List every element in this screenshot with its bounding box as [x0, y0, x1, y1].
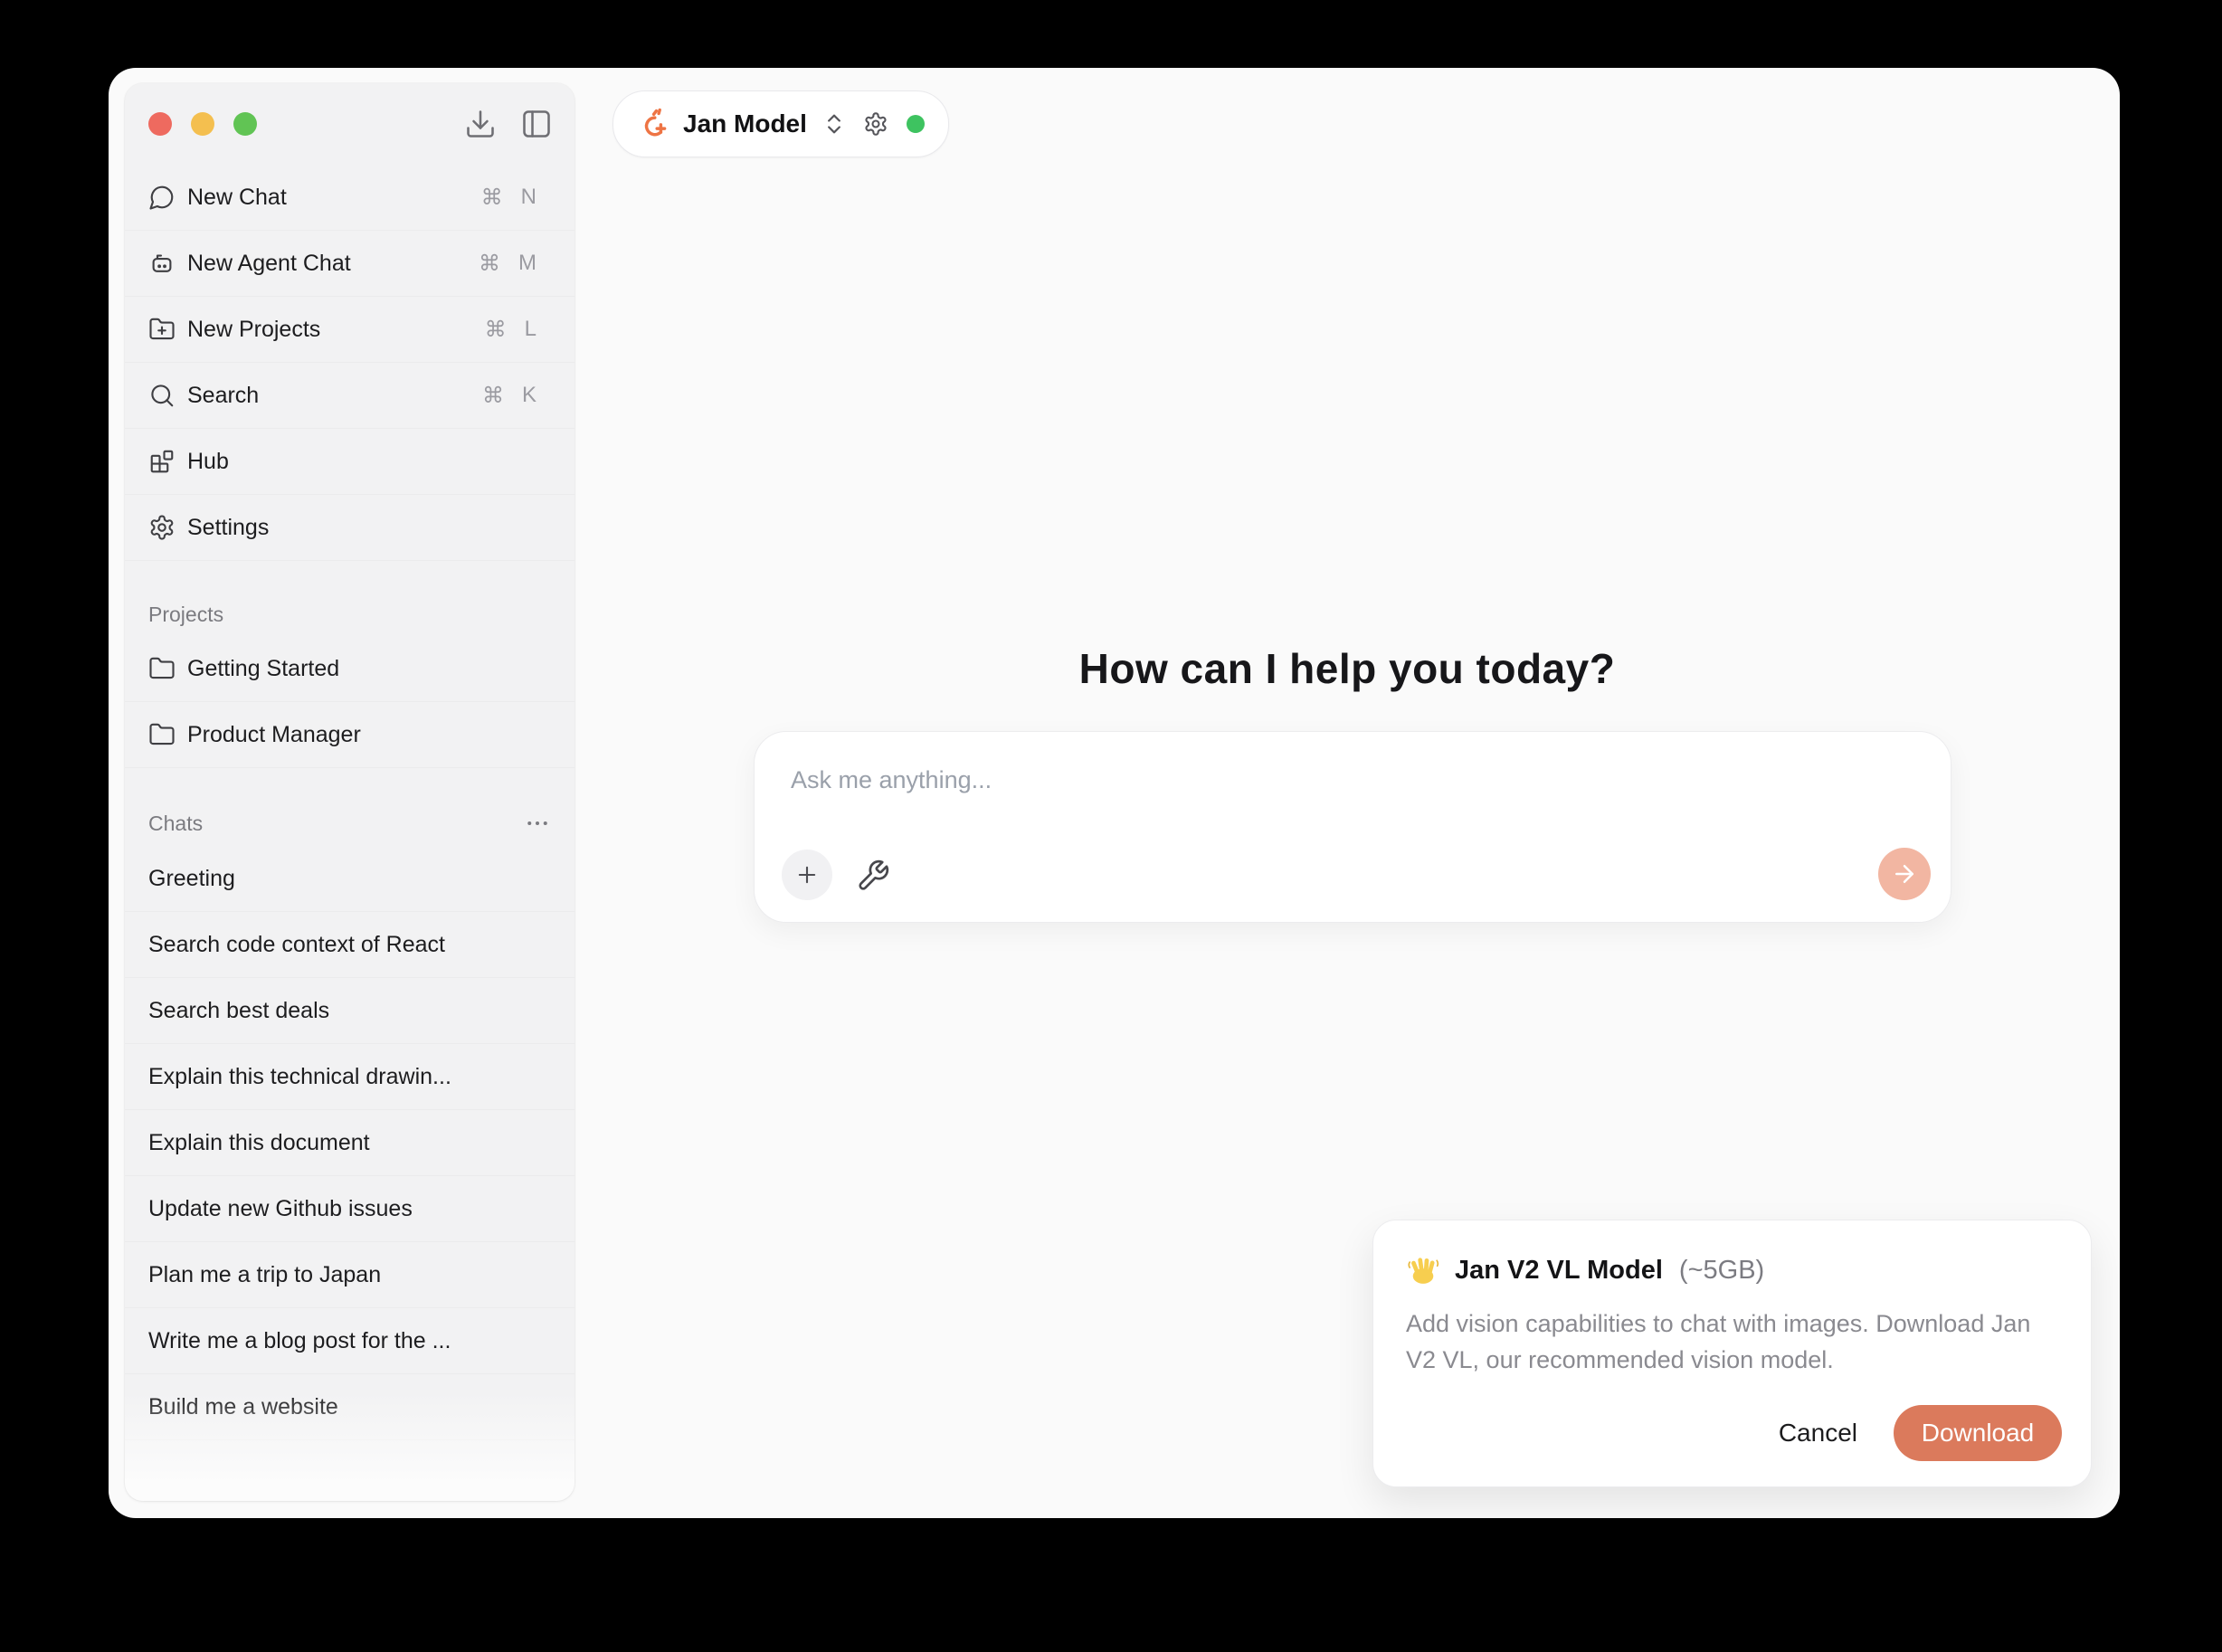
folder-icon	[148, 721, 176, 748]
chevrons-up-down-icon[interactable]	[821, 111, 847, 137]
traffic-light-minimize[interactable]	[191, 112, 214, 136]
model-name: Jan Model	[683, 109, 807, 138]
download-icon[interactable]	[464, 108, 497, 140]
send-button[interactable]	[1878, 848, 1931, 900]
ellipsis-icon[interactable]	[524, 810, 551, 837]
download-button[interactable]: Download	[1894, 1405, 2062, 1461]
sidebar-item-search[interactable]: Search ⌘ K	[125, 363, 574, 429]
message-input[interactable]	[789, 764, 1914, 846]
project-item-label: Product Manager	[187, 721, 361, 747]
chat-item[interactable]: Explain this technical drawin...	[125, 1044, 574, 1110]
gear-icon[interactable]	[863, 111, 888, 137]
blocks-icon	[148, 448, 176, 475]
project-item-getting-started[interactable]: Getting Started	[125, 636, 574, 702]
traffic-lights	[148, 112, 257, 136]
sidebar-item-new-projects[interactable]: New Projects ⌘ L	[125, 297, 574, 363]
chat-item[interactable]: Search best deals	[125, 978, 574, 1044]
chats-section-header: Chats	[148, 810, 551, 837]
chat-bubble-icon	[148, 184, 176, 211]
toast-actions: Cancel Download	[1773, 1405, 2062, 1461]
gear-icon	[148, 514, 176, 541]
plus-icon	[794, 862, 820, 888]
sidebar-item-label: New Projects	[187, 316, 321, 342]
sidebar-item-label: Hub	[187, 448, 229, 474]
waving-hand-icon	[1406, 1253, 1440, 1287]
chat-item[interactable]: Plan me a trip to Japan	[125, 1242, 574, 1308]
composer	[754, 731, 1951, 923]
shortcut-hint: ⌘ L	[484, 317, 537, 342]
chat-item[interactable]: Write me a blog post for the ...	[125, 1308, 574, 1374]
status-online-dot	[906, 115, 925, 133]
page-title: How can I help you today?	[1078, 645, 1616, 692]
folder-icon	[148, 655, 176, 682]
model-selector[interactable]: Jan Model	[612, 90, 949, 157]
toast-title: Jan V2 VL Model	[1455, 1255, 1663, 1285]
app-window: New Chat ⌘ N New Agent Chat ⌘ M New Proj…	[109, 68, 2120, 1518]
project-item-label: Getting Started	[187, 655, 340, 681]
sidebar: New Chat ⌘ N New Agent Chat ⌘ M New Proj…	[125, 83, 574, 1501]
sidebar-item-label: New Agent Chat	[187, 250, 351, 276]
send-arrow-icon	[1891, 860, 1918, 888]
chat-item[interactable]: Search code context of React	[125, 912, 574, 978]
chat-item[interactable]: Explain this document	[125, 1110, 574, 1176]
sidebar-item-new-agent-chat[interactable]: New Agent Chat ⌘ M	[125, 231, 574, 297]
toast-body: Add vision capabilities to chat with ima…	[1406, 1310, 2031, 1373]
jan-logo-icon	[637, 108, 669, 140]
sidebar-item-new-chat[interactable]: New Chat ⌘ N	[125, 165, 574, 231]
search-icon	[148, 382, 176, 409]
panel-left-icon[interactable]	[520, 108, 553, 140]
sidebar-item-label: Search	[187, 382, 260, 408]
screenshot-stage: New Chat ⌘ N New Agent Chat ⌘ M New Proj…	[0, 0, 2222, 1652]
chat-item[interactable]: Build me a website	[125, 1374, 574, 1440]
toast-header: Jan V2 VL Model (~5GB)	[1406, 1253, 2058, 1287]
cancel-button[interactable]: Cancel	[1773, 1418, 1863, 1448]
chat-item[interactable]: Greeting	[125, 846, 574, 912]
chat-item[interactable]: Update new Github issues	[125, 1176, 574, 1242]
shortcut-hint: ⌘ K	[481, 383, 537, 408]
folder-plus-icon	[148, 316, 176, 343]
sidebar-item-label: New Chat	[187, 184, 287, 210]
traffic-light-close[interactable]	[148, 112, 172, 136]
shortcut-hint: ⌘ M	[479, 251, 537, 276]
robot-icon	[148, 250, 176, 277]
sidebar-titlebar	[125, 83, 574, 165]
sidebar-item-settings[interactable]: Settings	[125, 495, 574, 561]
download-model-toast: Jan V2 VL Model (~5GB) Add vision capabi…	[1372, 1220, 2092, 1487]
sidebar-item-hub[interactable]: Hub	[125, 429, 574, 495]
tools-button[interactable]	[856, 859, 890, 893]
traffic-light-zoom[interactable]	[233, 112, 257, 136]
sidebar-item-label: Settings	[187, 514, 270, 540]
project-item-product-manager[interactable]: Product Manager	[125, 702, 574, 768]
attach-button[interactable]	[782, 850, 832, 900]
projects-section-header: Projects	[148, 603, 224, 626]
toast-model-size: (~5GB)	[1678, 1255, 1765, 1285]
shortcut-hint: ⌘ N	[480, 185, 537, 210]
wrench-icon	[856, 859, 890, 893]
